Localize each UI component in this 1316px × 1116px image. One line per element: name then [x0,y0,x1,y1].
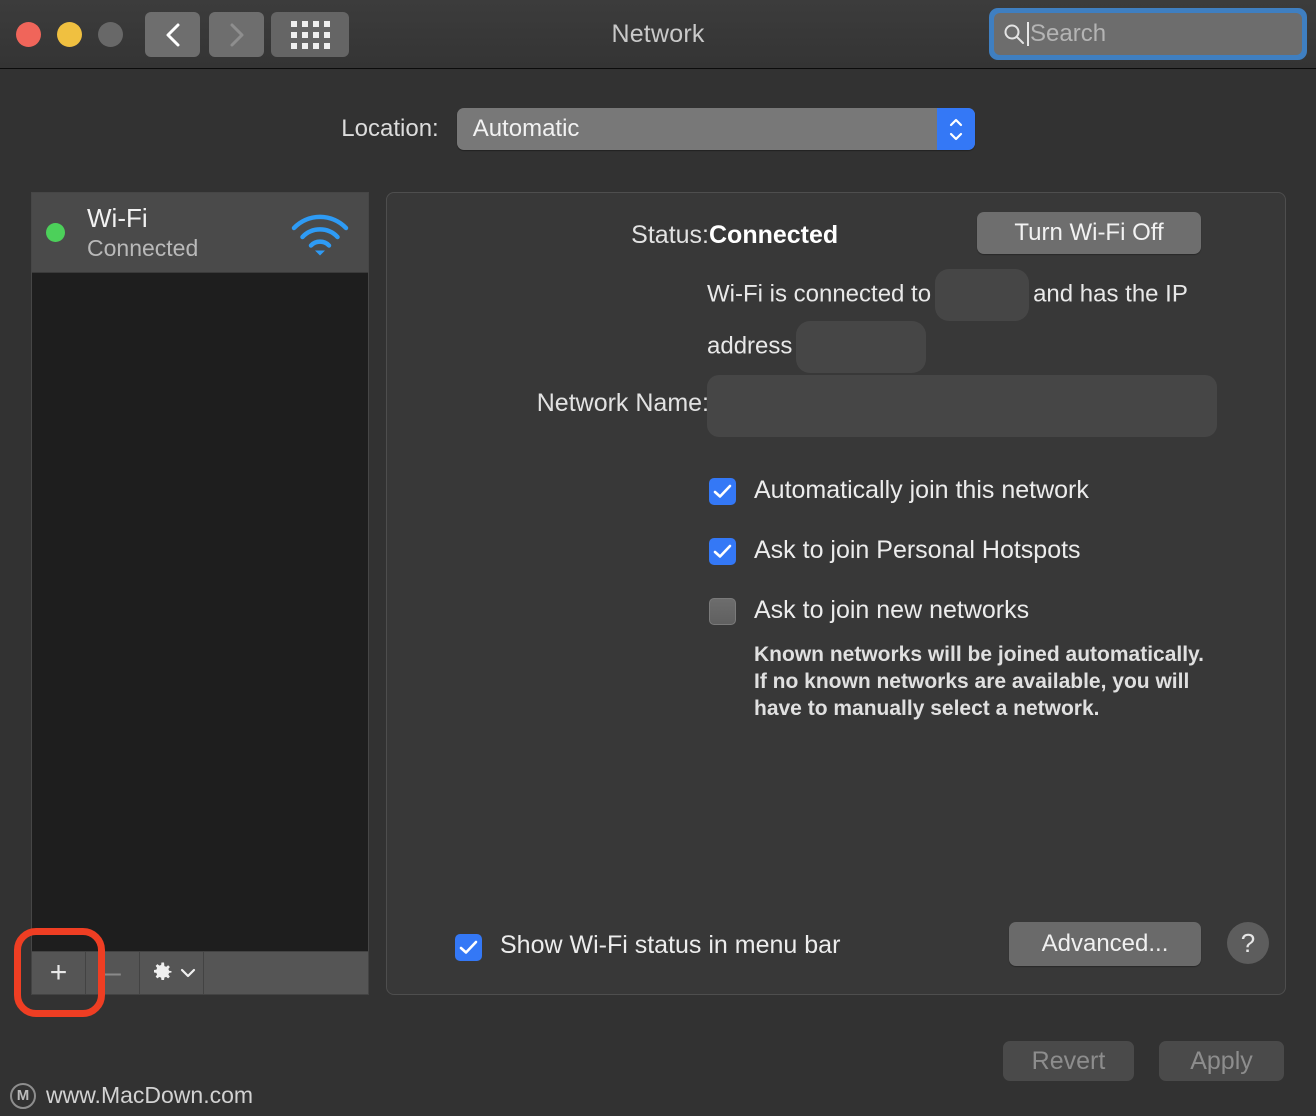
help-button[interactable]: ? [1227,922,1269,964]
checkbox-row-auto-join[interactable]: Automatically join this network [709,473,1249,507]
network-services-list[interactable]: Wi-Fi Connected [31,192,369,954]
remove-service-button[interactable]: – [86,952,140,994]
checkbox-row-new-networks[interactable]: Ask to join new networks [709,593,1249,627]
location-popup-button[interactable]: Automatic [457,108,975,150]
checkbox-label: Ask to join Personal Hotspots [754,533,1081,567]
location-stepper[interactable] [937,108,975,150]
checkbox-row-personal-hotspots[interactable]: Ask to join Personal Hotspots [709,533,1249,567]
checkmark-icon [713,544,732,559]
panel-bottom-row: Show Wi-Fi status in menu bar Advanced..… [433,922,1285,966]
service-actions-button[interactable] [140,952,204,994]
sidebar-item-wifi[interactable]: Wi-Fi Connected [32,193,368,273]
toolbar-filler [204,952,368,994]
service-status: Connected [87,233,198,263]
checkbox-label: Automatically join this network [754,473,1089,507]
checkmark-icon [713,484,732,499]
location-value: Automatic [457,115,580,143]
checkbox-personal-hotspots[interactable] [709,538,736,565]
chevron-down-icon [948,131,964,141]
network-preferences-window: Network Search Location: Automatic [0,0,1316,1116]
search-placeholder: Search [1030,20,1106,48]
location-row: Location: Automatic [0,108,1316,150]
new-networks-help-text: Known networks will be joined automatica… [754,641,1214,722]
checkbox-label: Show Wi-Fi status in menu bar [500,928,840,962]
checkbox-new-networks[interactable] [709,598,736,625]
description-part-3: address [707,332,792,359]
chevron-up-icon [948,118,964,128]
title-bar: Network Search [0,0,1316,69]
service-text: Wi-Fi Connected [87,203,198,263]
wifi-detail-panel: Status: Connected Turn Wi-Fi Off Wi-Fi i… [386,192,1286,995]
apply-button[interactable]: Apply [1159,1041,1284,1081]
search-icon [1002,22,1026,46]
revert-button[interactable]: Revert [1003,1041,1134,1081]
description-part-2: and has the IP [1033,280,1187,307]
network-name-label: Network Name: [387,389,709,418]
status-indicator-dot [46,223,65,242]
services-toolbar: + – [31,951,369,995]
description-part-1: Wi-Fi is connected to [707,280,931,307]
status-label: Status: [387,221,709,250]
add-service-button[interactable]: + [32,952,86,994]
checkbox-row-menu-bar[interactable]: Show Wi-Fi status in menu bar [455,928,840,962]
checkmark-icon [459,940,478,955]
turn-wifi-off-button[interactable]: Turn Wi-Fi Off [977,212,1201,254]
checkbox-show-menu-bar-status[interactable] [455,934,482,961]
gear-icon [147,959,175,987]
redacted-ip-address [796,321,926,373]
wifi-options: Automatically join this network Ask to j… [709,473,1249,722]
search-input[interactable]: Search [994,13,1302,55]
redacted-network-name [935,269,1029,321]
wifi-icon [289,211,351,257]
chevron-down-icon [179,967,197,979]
text-caret [1027,22,1029,46]
checkbox-label: Ask to join new networks [754,593,1029,627]
status-description: Wi-Fi is connected to and has the IP addr… [707,269,1207,373]
checkbox-auto-join[interactable] [709,478,736,505]
watermark: M www.MacDown.com [10,1082,253,1109]
network-name-popup-button[interactable] [707,375,1217,437]
location-label: Location: [341,115,438,143]
watermark-text: www.MacDown.com [46,1082,253,1109]
search-field-focus-ring: Search [989,8,1307,60]
status-value: Connected [709,221,838,250]
macdown-logo-icon: M [10,1083,36,1109]
service-name: Wi-Fi [87,203,198,233]
advanced-button[interactable]: Advanced... [1009,922,1201,966]
